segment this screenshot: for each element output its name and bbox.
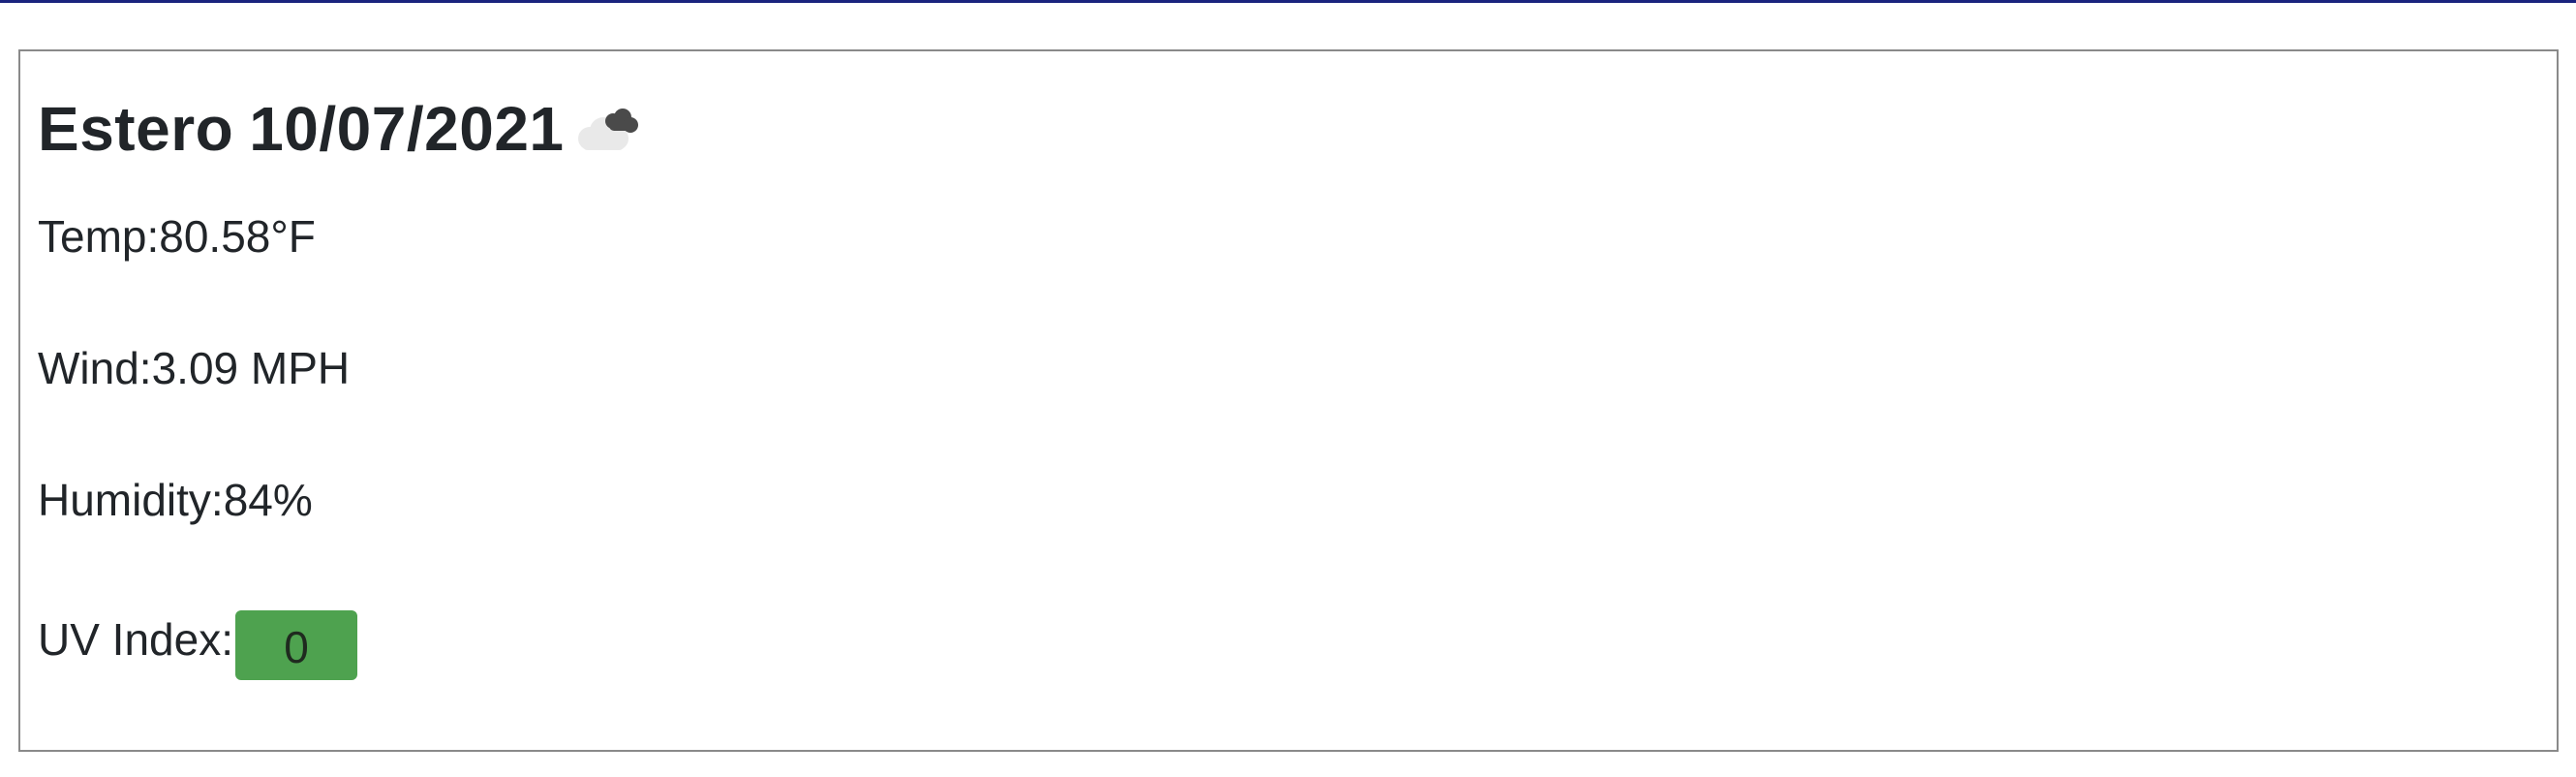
wind-row: Wind:3.09 MPH <box>38 341 350 395</box>
humidity-label: Humidity: <box>38 475 224 525</box>
humidity-row: Humidity:84% <box>38 473 313 527</box>
card-title: Estero 10/07/2021 <box>38 92 646 166</box>
top-rule <box>0 0 2576 3</box>
temperature-label: Temp: <box>38 211 160 262</box>
humidity-value: 84% <box>223 475 313 525</box>
current-weather-card: Estero 10/07/2021 Temp:80.58°F Wind:3.09… <box>18 49 2559 752</box>
temperature-row: Temp:80.58°F <box>38 209 316 264</box>
wind-label: Wind: <box>38 343 152 393</box>
uv-index-label: UV Index: <box>38 614 233 665</box>
uv-index-row: UV Index: 0 <box>38 605 357 680</box>
weather-date: 10/07/2021 <box>249 94 565 164</box>
uv-index-badge: 0 <box>235 610 357 680</box>
broken-clouds-icon <box>568 102 646 160</box>
city-name: Estero <box>38 94 234 164</box>
temperature-value: 80.58°F <box>159 211 316 262</box>
wind-value: 3.09 MPH <box>151 343 351 393</box>
